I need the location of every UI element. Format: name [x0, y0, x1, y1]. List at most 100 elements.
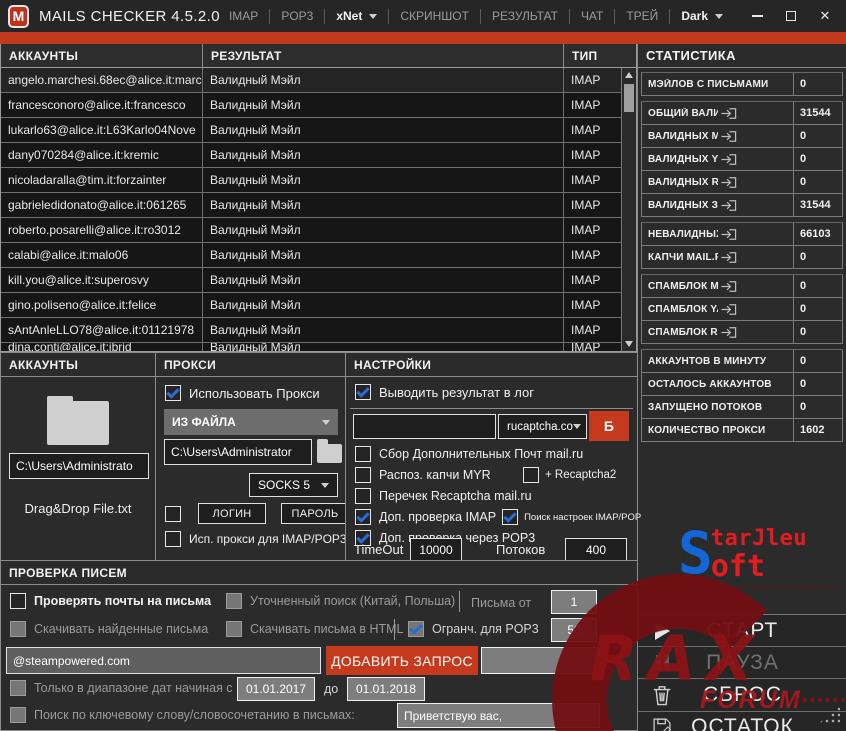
captcha-service-dropdown[interactable]: rucaptcha.co: [498, 414, 587, 439]
rest-button[interactable]: ОСТАТОК: [638, 712, 846, 731]
menu-item-1[interactable]: POP3: [272, 9, 322, 23]
date-from-input[interactable]: 01.01.2017: [237, 677, 315, 701]
proxy-login-button[interactable]: ЛОГИН: [198, 503, 266, 524]
stat-row: ОСТАЛОСЬ АККАУНТОВ 0: [641, 373, 843, 396]
stat-row: СПАМБЛОК RAMBLER.RU 0: [641, 321, 843, 344]
date-to-input[interactable]: 01.01.2018: [347, 677, 425, 701]
download-html-checkbox[interactable]: [226, 621, 242, 637]
imap-settings-checkbox[interactable]: [502, 509, 518, 525]
column-header-accounts[interactable]: АККАУНТЫ: [1, 44, 203, 67]
balance-button[interactable]: Б: [589, 411, 629, 441]
cell-result: Валидный Мэйл: [203, 93, 564, 117]
column-header-type[interactable]: ТИП: [564, 44, 621, 67]
table-row[interactable]: lukarlo63@alice.it:L63Karlo04Nove Валидн…: [1, 118, 621, 143]
refined-search-checkbox[interactable]: [226, 593, 242, 609]
scrollbar-thumb[interactable]: [624, 84, 634, 112]
table-row[interactable]: calabi@alice.it:malo06 Валидный Мэйл IMA…: [1, 243, 621, 268]
query-input[interactable]: @steampowered.com: [6, 647, 321, 674]
stat-label: НЕВАЛИДНЫХ АККАУНТОВ: [641, 223, 794, 246]
log-output-checkbox[interactable]: [355, 384, 371, 400]
proxy-path-input[interactable]: C:\Users\Administrator: [164, 439, 312, 465]
stat-row: СПАМБЛОК YANDEX.RU 0: [641, 298, 843, 321]
table-row[interactable]: nicoladaralla@tim.it:forzainter Валидный…: [1, 168, 621, 193]
table-row[interactable]: francesconoro@alice.it:francesco Валидны…: [1, 93, 621, 118]
stat-value: 0: [794, 148, 843, 171]
letters-from-input[interactable]: 1: [551, 590, 597, 614]
menu-item-5[interactable]: ЧАТ: [572, 9, 612, 23]
menu-item-7[interactable]: Dark: [672, 9, 732, 23]
timeout-input[interactable]: 10000: [410, 538, 462, 561]
dragdrop-hint: Drag&Drop File.txt: [1, 501, 155, 516]
myr-captcha-checkbox[interactable]: [355, 467, 371, 483]
stat-row: ОБЩИЙ ВАЛИД 31544: [641, 102, 843, 125]
table-header: АККАУНТЫ РЕЗУЛЬТАТ ТИП: [1, 44, 636, 68]
proxy-auth-checkbox[interactable]: [165, 506, 181, 522]
pause-button[interactable]: ПАУЗА: [638, 647, 846, 679]
proxy-for-mail-checkbox[interactable]: [165, 531, 181, 547]
date-range-checkbox[interactable]: [10, 680, 26, 696]
keyword-input[interactable]: Приветствую вас,: [397, 703, 600, 728]
table-row[interactable]: dina.conti@alice.it:ibrid Валидный Мэйл …: [1, 343, 621, 351]
add-query-button[interactable]: ДОБАВИТЬ ЗАПРОС: [326, 646, 478, 675]
pop3-limit-input[interactable]: 50: [551, 618, 597, 642]
export-icon[interactable]: [720, 107, 790, 120]
table-row[interactable]: kill.you@alice.it:superosvy Валидный Мэй…: [1, 268, 621, 293]
table-row[interactable]: gino.poliseno@alice.it:felice Валидный М…: [1, 293, 621, 318]
scroll-down-icon[interactable]: [625, 341, 633, 347]
pop3-limit-checkbox[interactable]: [408, 621, 424, 637]
column-header-result[interactable]: РЕЗУЛЬТАТ: [203, 44, 564, 67]
accounts-path-input[interactable]: C:\Users\Administrato: [9, 453, 149, 479]
table-row[interactable]: sAntAnleLLO78@alice.it:01121978 Валидный…: [1, 318, 621, 343]
export-icon[interactable]: [720, 228, 790, 241]
minimize-button[interactable]: [742, 4, 772, 28]
proxy-source-dropdown[interactable]: ИЗ ФАЙЛА: [164, 409, 338, 435]
close-button[interactable]: ✕: [810, 4, 840, 28]
scroll-up-icon[interactable]: [625, 72, 633, 78]
export-icon[interactable]: [720, 130, 790, 143]
stat-label: СПАМБЛОК YANDEX.RU: [641, 298, 794, 321]
stat-value: 0: [794, 246, 843, 269]
start-button[interactable]: СТАРТ: [638, 615, 846, 647]
keyword-checkbox[interactable]: [10, 707, 26, 723]
table-scrollbar[interactable]: [621, 68, 636, 351]
pause-icon: [650, 651, 674, 675]
table-row[interactable]: roberto.posarelli@alice.it:ro3012 Валидн…: [1, 218, 621, 243]
use-proxy-checkbox[interactable]: [165, 385, 181, 401]
stat-value: 1602: [794, 419, 843, 442]
check-mail-checkbox[interactable]: [10, 593, 26, 609]
download-letters-checkbox[interactable]: [10, 621, 26, 637]
export-icon[interactable]: [720, 303, 790, 316]
cell-account: gino.poliseno@alice.it:felice: [1, 293, 203, 317]
recaptcha2-checkbox[interactable]: [523, 467, 539, 483]
menu-item-0[interactable]: IMAP: [220, 9, 267, 23]
menu-item-6[interactable]: ТРЕЙ: [617, 9, 667, 23]
table-row[interactable]: angelo.marchesi.68ec@alice.it:marce Вали…: [1, 68, 621, 93]
recheck-recaptcha-checkbox[interactable]: [355, 488, 371, 504]
table-body: angelo.marchesi.68ec@alice.it:marce Вали…: [1, 68, 621, 351]
table-row[interactable]: gabrieledidonato@alice.it:061265 Валидны…: [1, 193, 621, 218]
captcha-key-input[interactable]: [353, 414, 496, 439]
export-icon[interactable]: [720, 176, 790, 189]
menu-item-4[interactable]: РЕЗУЛЬТАТ: [483, 9, 567, 23]
export-icon[interactable]: [720, 251, 790, 264]
threads-input[interactable]: 400: [565, 538, 627, 561]
proxy-password-button[interactable]: ПАРОЛЬ: [281, 503, 349, 524]
export-icon[interactable]: [720, 280, 790, 293]
table-row[interactable]: dany070284@alice.it:kremic Валидный Мэйл…: [1, 143, 621, 168]
maximize-button[interactable]: [776, 4, 806, 28]
accounts-folder-icon[interactable]: [47, 401, 109, 445]
export-icon[interactable]: [720, 326, 790, 339]
export-icon[interactable]: [720, 199, 790, 212]
menu-item-2[interactable]: xNet: [327, 9, 386, 23]
menu-separator: [388, 9, 389, 24]
imap-check-checkbox[interactable]: [355, 509, 371, 525]
proxy-type-dropdown[interactable]: SOCKS 5: [249, 473, 338, 497]
reset-button[interactable]: СБРОС: [638, 679, 846, 711]
menu-separator: [569, 9, 570, 24]
export-icon[interactable]: [720, 153, 790, 166]
proxy-folder-icon[interactable]: [317, 444, 342, 463]
maximize-icon: [786, 11, 796, 21]
collect-extra-mail-checkbox[interactable]: [355, 446, 371, 462]
menu-item-3[interactable]: СКРИНШОТ: [391, 9, 478, 23]
query-extra-input[interactable]: [481, 647, 599, 674]
